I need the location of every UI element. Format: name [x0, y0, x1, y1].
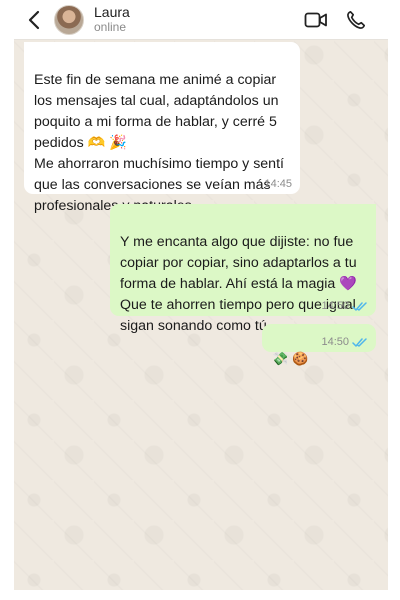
chat-header: Laura online — [14, 0, 388, 40]
chevron-left-icon[interactable] — [18, 0, 50, 40]
message-incoming[interactable]: Este fin de semana me animé a copiar los… — [24, 42, 300, 214]
contact-name: Laura — [94, 4, 130, 20]
avatar[interactable] — [54, 4, 84, 35]
message-time: 14:45 — [264, 178, 292, 190]
video-camera-icon[interactable] — [302, 6, 330, 34]
header-actions — [302, 6, 388, 34]
phone-icon[interactable] — [342, 6, 370, 34]
message-meta: 14:45 — [264, 178, 292, 190]
double-check-icon — [352, 301, 367, 311]
contact-status: online — [94, 20, 127, 34]
message-text: 💸 🍪 — [272, 352, 309, 367]
message-outgoing[interactable]: Y me encanta algo que dijiste: no fue co… — [110, 204, 376, 334]
double-check-icon — [352, 337, 367, 347]
message-meta: 14:50 — [321, 300, 368, 312]
message-outgoing[interactable]: 💸 🍪 14:50 — [262, 324, 376, 367]
contact-info[interactable]: Laura online — [94, 4, 130, 35]
input-bar — [14, 590, 388, 600]
message-time: 14:50 — [321, 336, 349, 348]
message-meta: 14:50 — [321, 336, 368, 348]
chat-screen: Laura online Este fin de semana me animé… — [14, 0, 388, 600]
message-time: 14:50 — [321, 300, 349, 312]
message-text: Este fin de semana me animé a copiar los… — [34, 72, 284, 214]
